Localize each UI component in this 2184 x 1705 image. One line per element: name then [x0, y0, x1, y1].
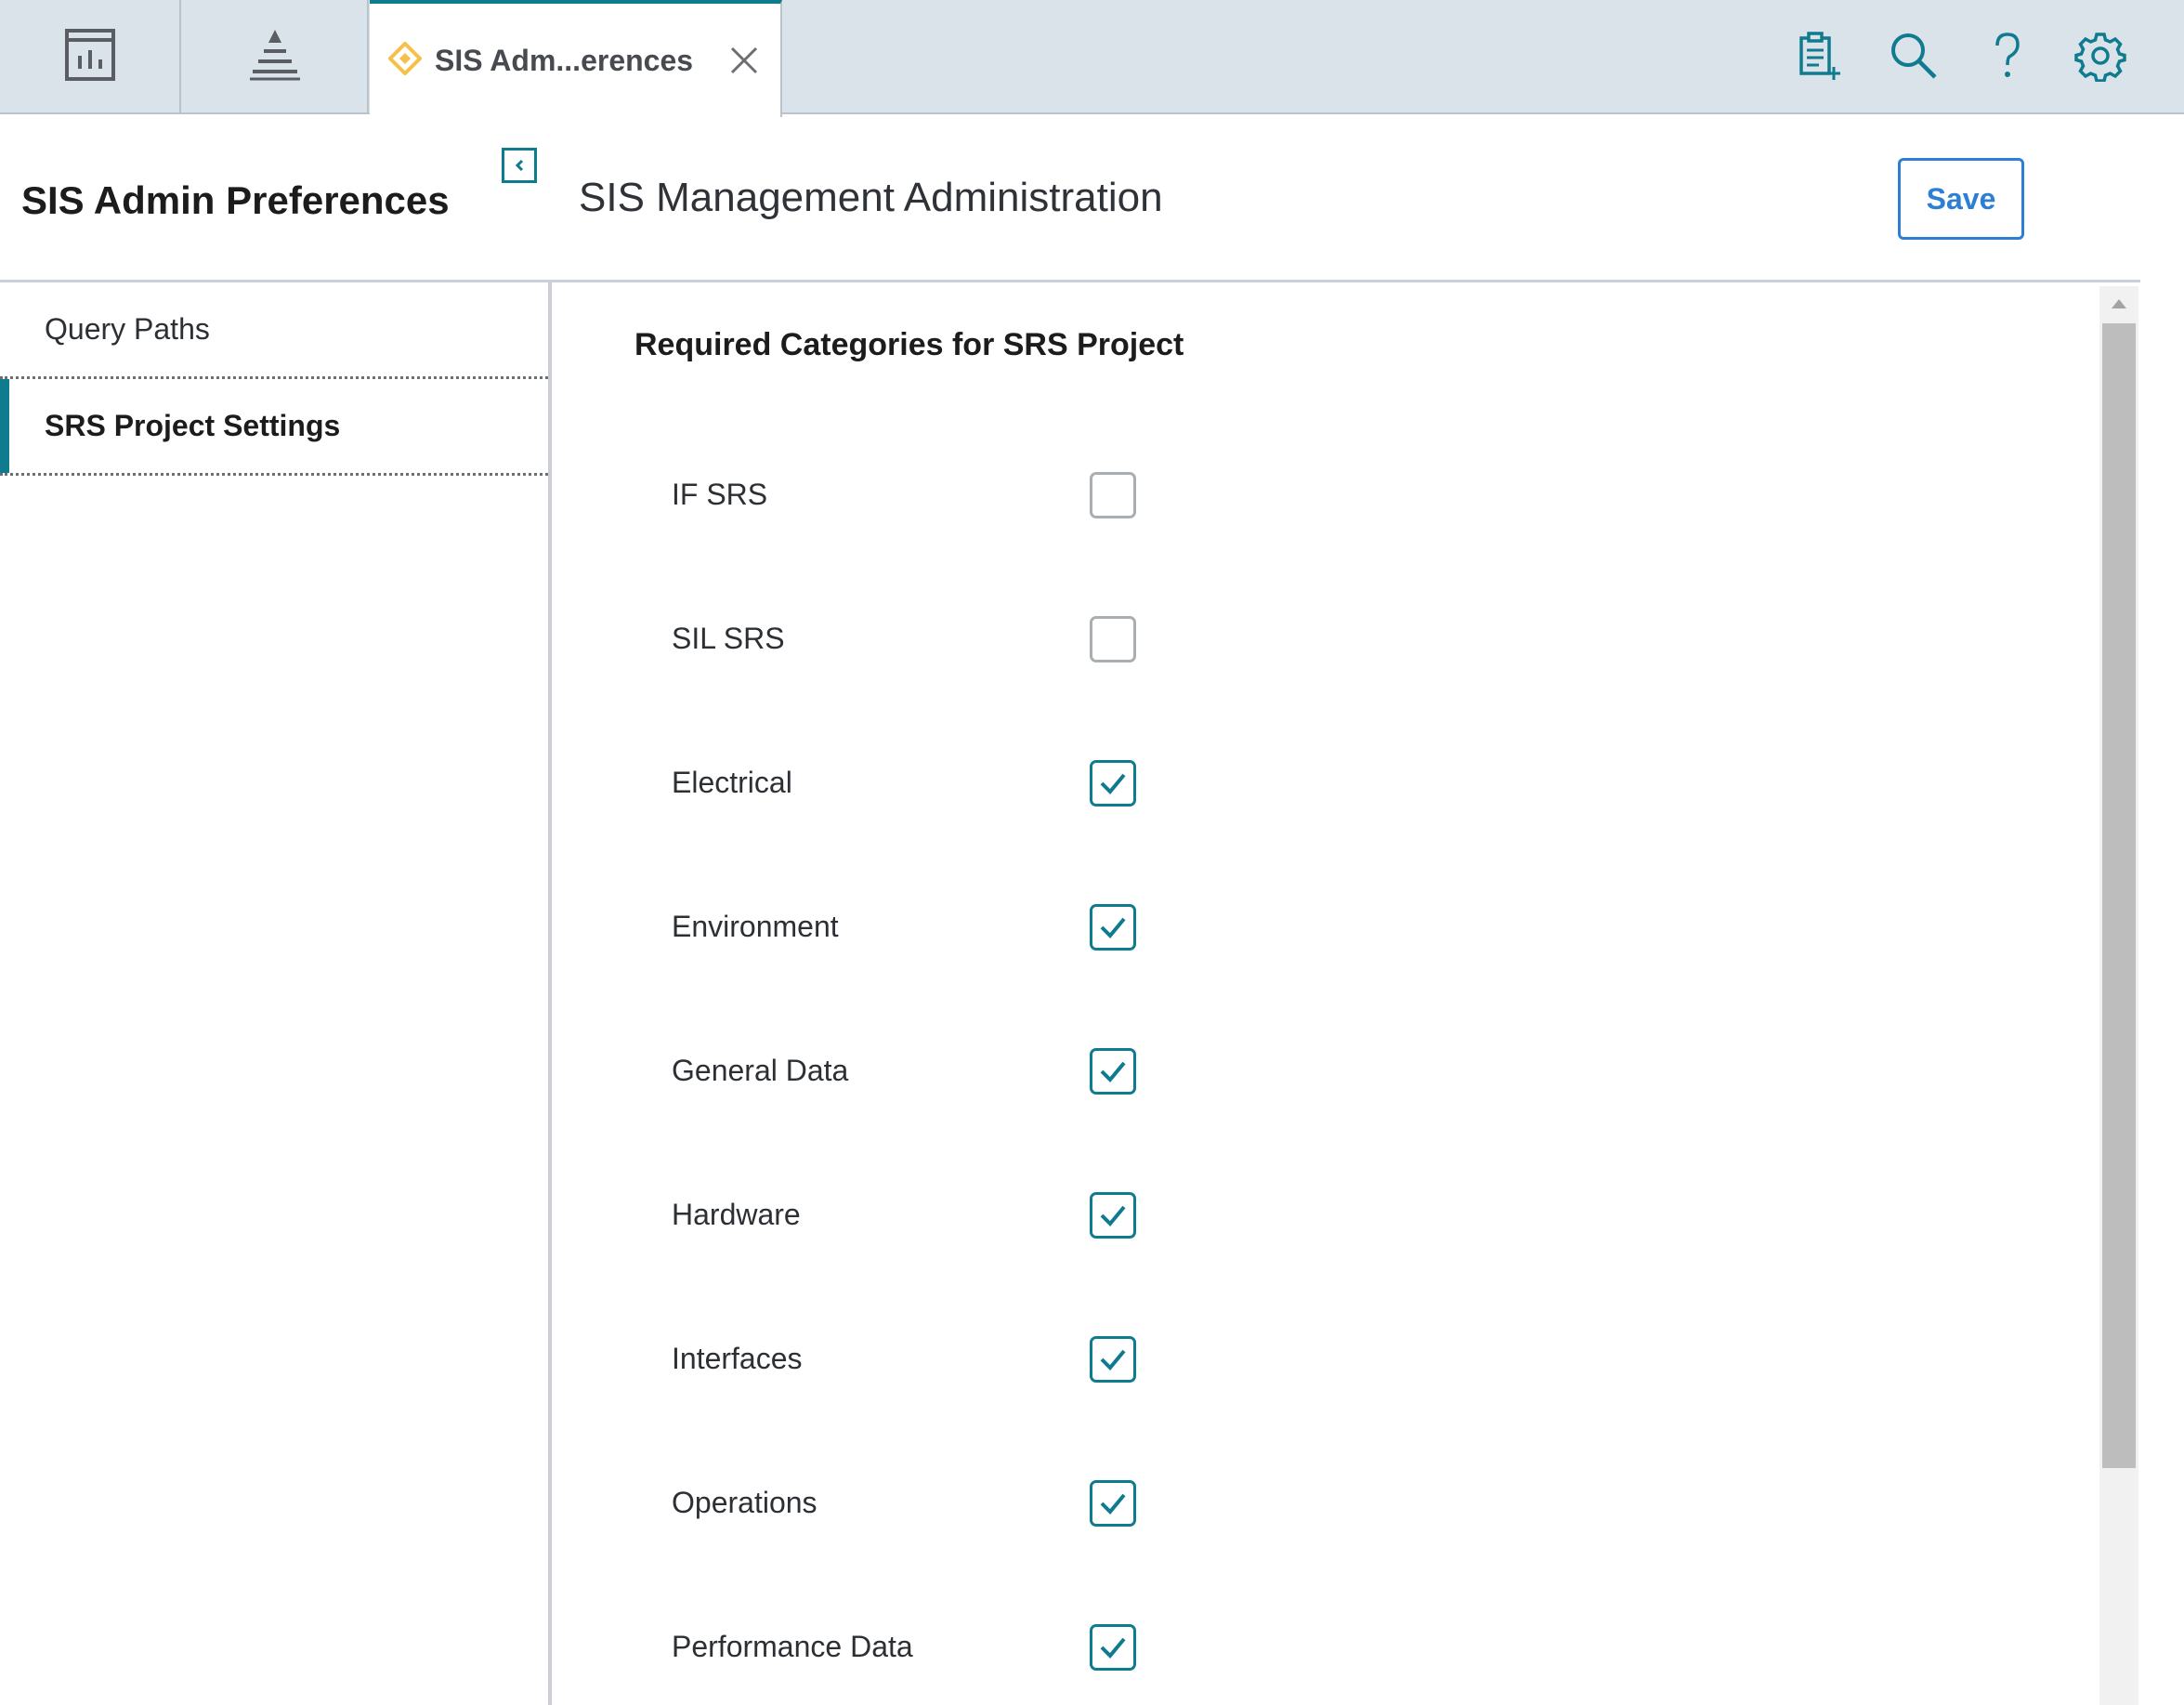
tab-bar: SIS Adm...erences: [0, 0, 2184, 117]
chevron-left-icon: [504, 151, 534, 180]
category-row: SIL SRS: [672, 610, 1322, 666]
category-label: Hardware: [672, 1197, 801, 1231]
sidebar-item-query-paths[interactable]: Query Paths: [0, 282, 548, 379]
category-label: IF SRS: [672, 477, 768, 511]
scrollbar-thumb[interactable]: [2102, 323, 2136, 1468]
category-checkbox-performance-data[interactable]: [1090, 1624, 1136, 1671]
category-label: Operations: [672, 1485, 817, 1519]
category-row: General Data: [672, 1043, 1322, 1098]
checkmark-icon: [1100, 1349, 1126, 1371]
category-row: Performance Data: [672, 1619, 1322, 1674]
tab-hierarchy[interactable]: [183, 0, 369, 114]
category-row: Hardware: [672, 1187, 1322, 1242]
category-checkbox-hardware[interactable]: [1090, 1192, 1136, 1239]
hierarchy-pyramid-icon: [248, 28, 302, 86]
collapse-sidebar-button[interactable]: [502, 148, 537, 183]
category-checkbox-sil-srs[interactable]: [1090, 616, 1136, 662]
category-row: Operations: [672, 1475, 1322, 1530]
category-label: Environment: [672, 909, 839, 943]
close-icon[interactable]: [728, 45, 760, 76]
page-header: SIS Admin Preferences SIS Management Adm…: [0, 117, 2140, 282]
checkmark-icon: [1100, 917, 1126, 938]
category-checkbox-interfaces[interactable]: [1090, 1336, 1136, 1383]
save-button[interactable]: Save: [1898, 158, 2024, 240]
checkmark-icon: [1100, 1637, 1126, 1659]
tab-title: SIS Adm...erences: [435, 43, 694, 77]
checkmark-icon: [1100, 1493, 1126, 1515]
category-checkbox-operations[interactable]: [1090, 1480, 1136, 1527]
category-checkbox-general-data[interactable]: [1090, 1048, 1136, 1095]
sidebar-item-srs-project-settings[interactable]: SRS Project Settings: [0, 379, 548, 476]
category-checkbox-environment[interactable]: [1090, 904, 1136, 951]
checkmark-icon: [1100, 1061, 1126, 1082]
category-label: Performance Data: [672, 1629, 913, 1663]
category-label: SIL SRS: [672, 621, 785, 655]
category-checkbox-electrical[interactable]: [1090, 760, 1136, 807]
settings-gear-icon[interactable]: [2074, 30, 2126, 83]
sidebar: Query Paths SRS Project Settings: [0, 282, 552, 1705]
content-scrollbar[interactable]: [2099, 286, 2138, 1705]
category-row: IF SRS: [672, 466, 1322, 522]
category-label: Electrical: [672, 765, 792, 799]
sidebar-item-label: SRS Project Settings: [45, 409, 341, 442]
category-label: General Data: [672, 1053, 849, 1087]
category-row: Interfaces: [672, 1331, 1322, 1386]
content-heading: Required Categories for SRS Project: [634, 327, 1184, 362]
category-row: Environment: [672, 898, 1322, 954]
dashboard-icon: [64, 28, 116, 86]
settings-content: Required Categories for SRS Project IF S…: [556, 282, 2099, 1705]
scroll-up-arrow-icon[interactable]: [2099, 286, 2138, 323]
tab-dashboard[interactable]: [0, 0, 181, 114]
category-row: Electrical: [672, 754, 1322, 810]
help-icon[interactable]: [1981, 30, 2034, 82]
diamond-icon: [387, 40, 423, 80]
checkmark-icon: [1100, 1205, 1126, 1226]
checkmark-icon: [1100, 773, 1126, 794]
tab-sis-admin-preferences[interactable]: SIS Adm...erences: [370, 0, 782, 117]
category-checkbox-if-srs[interactable]: [1090, 472, 1136, 518]
sidebar-item-label: Query Paths: [45, 312, 210, 346]
category-label: Interfaces: [672, 1341, 803, 1375]
search-icon[interactable]: [1888, 30, 1940, 82]
section-title: SIS Management Administration: [579, 175, 1163, 220]
new-record-icon[interactable]: [1793, 30, 1845, 82]
page-title: SIS Admin Preferences: [21, 178, 450, 222]
